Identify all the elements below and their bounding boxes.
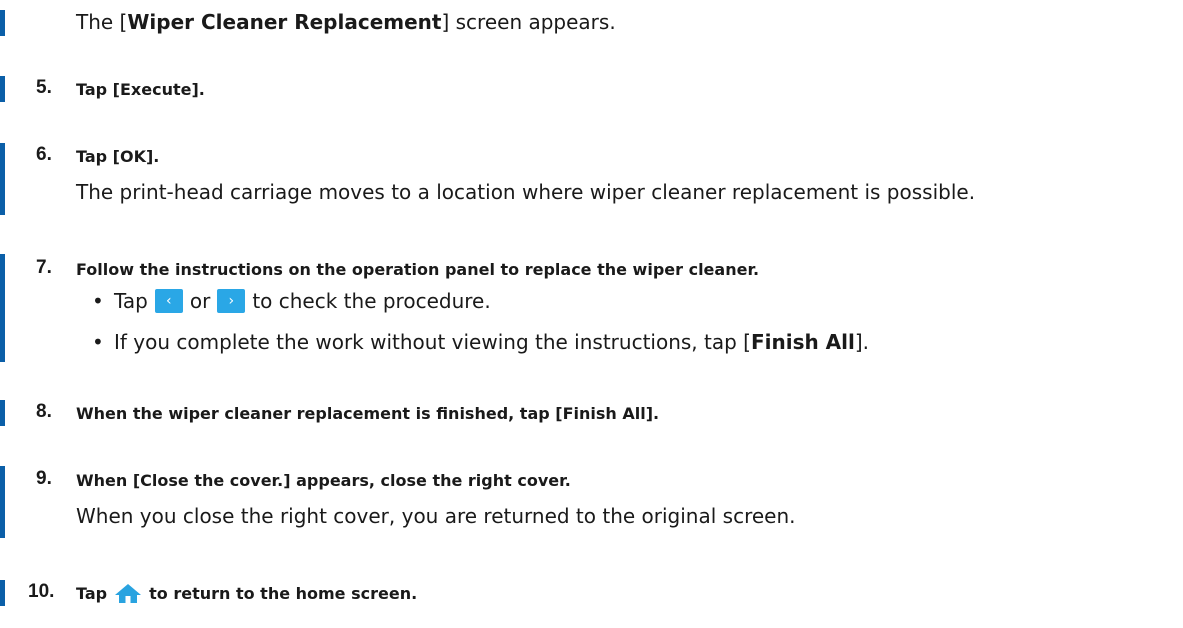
bullet-1-suffix: to check the procedure.: [252, 289, 491, 313]
bullet-dot: •: [92, 289, 104, 313]
bullet-2-keyword: Finish All: [750, 330, 855, 354]
bullet-1-prefix: Tap: [114, 289, 148, 313]
step-5-title: Tap [Execute].: [76, 80, 205, 99]
step-9-body: When you close the right cover, you are …: [76, 504, 796, 528]
step-9-bar: [0, 466, 5, 538]
step-5-bar: [0, 76, 5, 102]
bullet-dot: •: [92, 330, 104, 354]
step-7-bar: [0, 254, 5, 362]
step-8-title: When the wiper cleaner replacement is fi…: [76, 404, 660, 423]
step-10-title: Tap to return to the home screen.: [76, 580, 417, 606]
home-icon[interactable]: [113, 581, 143, 605]
step-9-title: When [Close the cover.] appears, close t…: [76, 471, 571, 490]
intro-prefix: The [: [76, 10, 128, 34]
bullet-1-middle: or: [189, 289, 211, 313]
intro-keyword: Wiper Cleaner Replacement: [127, 10, 442, 34]
step-7-title: Follow the instructions on the operation…: [76, 260, 760, 279]
chevron-right-icon[interactable]: ›: [217, 289, 246, 313]
chevron-left-icon[interactable]: ‹: [154, 289, 183, 313]
step-8-number: 8.: [36, 401, 52, 422]
step-9-number: 9.: [36, 468, 52, 489]
intro-text: The [Wiper Cleaner Replacement] screen a…: [76, 10, 616, 34]
bullet-2-suffix: ].: [854, 330, 870, 354]
section-bar: [0, 10, 5, 36]
step-8-bar: [0, 400, 5, 426]
step-6-title: Tap [OK].: [76, 147, 160, 166]
step-10-number: 10.: [28, 581, 55, 602]
step-10-title-suffix: to return to the home screen.: [149, 583, 418, 603]
step-10-title-prefix: Tap: [76, 583, 108, 603]
step-6-number: 6.: [36, 144, 52, 165]
step-6-body: The print-head carriage moves to a locat…: [76, 180, 976, 204]
step-7-bullet-1: • Tap ‹ or › to check the procedure.: [92, 286, 491, 316]
step-6-bar: [0, 143, 5, 215]
step-7-number: 7.: [36, 257, 52, 278]
step-10-bar: [0, 580, 5, 606]
bullet-2-prefix: If you complete the work without viewing…: [114, 330, 751, 354]
step-5-number: 5.: [36, 77, 52, 98]
intro-suffix: ] screen appears.: [441, 10, 616, 34]
step-7-bullet-2: • If you complete the work without viewi…: [92, 327, 869, 357]
